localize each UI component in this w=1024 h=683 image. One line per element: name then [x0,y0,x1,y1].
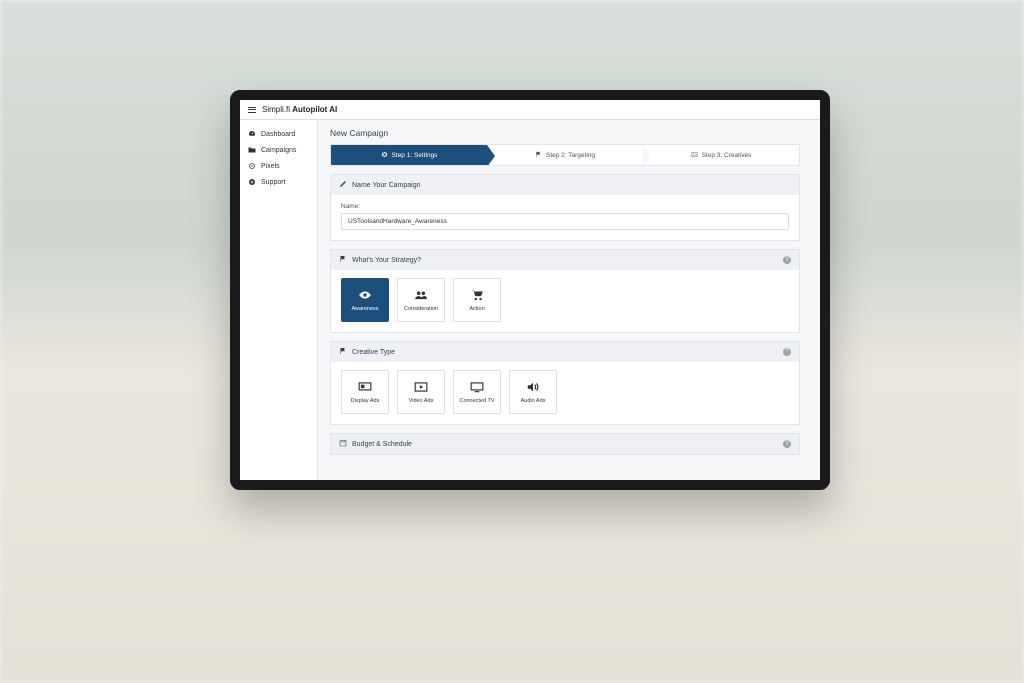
strategy-options: Awareness Consideration [341,278,789,322]
brand-product: Autopilot AI [292,105,337,114]
display-icon [358,381,372,395]
creative-options: Display Ads Video Ads [341,370,789,414]
flag-icon [339,255,347,265]
panel-title: Creative Type [352,349,395,356]
panel-header: What's Your Strategy? ? [331,250,799,270]
tv-icon [470,381,484,395]
app-screen: Simpli.fi Autopilot AI Dashboard Campaig… [240,100,820,480]
laptop-frame: Simpli.fi Autopilot AI Dashboard Campaig… [230,90,830,490]
main-content: New Campaign Step 1: Settings Step 2: Ta… [318,120,820,480]
gear-icon [381,151,388,160]
creative-option-video[interactable]: Video Ads [397,370,445,414]
help-icon[interactable]: ? [783,440,791,448]
option-label: Audio Ads [521,398,546,404]
sidebar-item-support[interactable]: Support [240,174,317,190]
image-icon [691,151,698,160]
panel-title: Budget & Schedule [352,441,412,448]
help-icon[interactable]: ? [783,256,791,264]
cart-icon [470,289,484,303]
step-settings[interactable]: Step 1: Settings [331,145,487,165]
campaign-name-input[interactable] [341,213,789,230]
sidebar-item-label: Campaigns [261,147,296,154]
pencil-icon [339,180,347,190]
name-field-label: Name: [341,203,789,210]
sidebar-item-dashboard[interactable]: Dashboard [240,126,317,142]
wizard-steps: Step 1: Settings Step 2: Targeting Step … [330,144,800,166]
step-label: Step 3: Creatives [702,152,752,159]
brand-name: Simpli.fi [262,105,290,114]
crosshair-icon [248,162,256,170]
sidebar: Dashboard Campaigns Pixels [240,120,318,480]
step-label: Step 1: Settings [392,152,438,159]
strategy-option-action[interactable]: Action [453,278,501,322]
panel-header: Budget & Schedule ? [331,434,799,454]
option-label: Awareness [351,306,378,312]
video-icon [414,381,428,395]
step-targeting[interactable]: Step 2: Targeting [487,145,643,165]
sidebar-item-pixels[interactable]: Pixels [240,158,317,174]
panel-header: Creative Type ? [331,342,799,362]
creative-option-display[interactable]: Display Ads [341,370,389,414]
panel-body: Awareness Consideration [331,270,799,332]
option-label: Display Ads [351,398,380,404]
option-label: Video Ads [409,398,434,404]
panel-body: Display Ads Video Ads [331,362,799,424]
people-icon [414,289,428,303]
flag-icon [339,347,347,357]
brand-title: Simpli.fi Autopilot AI [262,105,337,114]
app-header: Simpli.fi Autopilot AI [240,100,820,120]
step-creatives[interactable]: Step 3: Creatives [643,145,799,165]
strategy-option-consideration[interactable]: Consideration [397,278,445,322]
panel-creative-type: Creative Type ? Display Ads [330,341,800,425]
sidebar-item-label: Support [261,179,286,186]
option-label: Action [469,306,484,312]
creative-option-ctv[interactable]: Connected TV [453,370,501,414]
flag-icon [535,151,542,160]
sidebar-item-campaigns[interactable]: Campaigns [240,142,317,158]
panel-title: Name Your Campaign [352,182,421,189]
panel-strategy: What's Your Strategy? ? Awareness [330,249,800,333]
sidebar-item-label: Pixels [261,163,280,170]
panel-title: What's Your Strategy? [352,257,421,264]
step-label: Step 2: Targeting [546,152,595,159]
page-title: New Campaign [330,128,800,138]
gauge-icon [248,130,256,138]
panel-budget-schedule: Budget & Schedule ? [330,433,800,455]
audio-icon [526,381,540,395]
folder-icon [248,146,256,154]
app-body: Dashboard Campaigns Pixels [240,120,820,480]
panel-body: Name: [331,195,799,240]
sidebar-item-label: Dashboard [261,131,295,138]
panel-name-campaign: Name Your Campaign Name: [330,174,800,241]
option-label: Connected TV [459,398,494,404]
strategy-option-awareness[interactable]: Awareness [341,278,389,322]
plus-icon [248,178,256,186]
calendar-icon [339,439,347,449]
help-icon[interactable]: ? [783,348,791,356]
eye-icon [358,289,372,303]
panel-header: Name Your Campaign [331,175,799,195]
menu-icon[interactable] [248,107,256,113]
option-label: Consideration [404,306,438,312]
creative-option-audio[interactable]: Audio Ads [509,370,557,414]
